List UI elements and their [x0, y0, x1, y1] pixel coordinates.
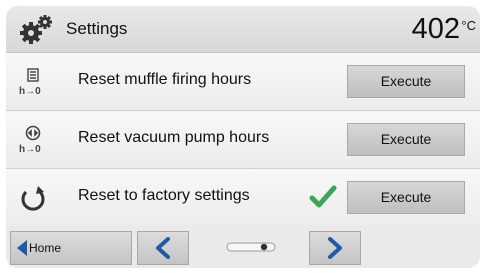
vacuum-pump-hours-reset-icon: h→0 — [19, 125, 41, 155]
row-reset-muffle-firing-hours: h→0 Reset muffle firing hours Execute — [6, 53, 480, 111]
execute-button[interactable]: Execute — [347, 123, 465, 156]
execute-button[interactable]: Execute — [347, 181, 465, 214]
page-title: Settings — [66, 19, 128, 38]
row-reset-to-factory-settings: Reset to factory settings Execute — [6, 169, 480, 227]
svg-text:h→0: h→0 — [19, 144, 41, 155]
footer-bar: Home — [6, 226, 480, 268]
chevron-right-icon — [328, 237, 342, 259]
row-reset-vacuum-pump-hours: h→0 Reset vacuum pump hours Execute — [6, 111, 480, 169]
row-label: Reset vacuum pump hours — [78, 129, 270, 146]
muffle-firing-hours-reset-icon: h→0 — [19, 68, 41, 97]
checkmark-icon — [309, 185, 337, 208]
svg-text:h→0: h→0 — [19, 86, 41, 97]
home-button[interactable]: Home — [10, 231, 132, 265]
settings-screen: Settings 402 °C h→0 Reset muffle firing … — [6, 6, 480, 268]
row-label: Reset muffle firing hours — [78, 71, 252, 88]
header-bar: Settings 402 °C — [6, 6, 480, 53]
back-triangle-icon — [17, 240, 27, 256]
temperature-readout: 402 — [411, 13, 460, 45]
settings-gears-icon — [20, 15, 52, 44]
home-label: Home — [29, 241, 62, 255]
row-label: Reset to factory settings — [78, 187, 250, 204]
previous-page-button[interactable] — [137, 231, 189, 265]
factory-reset-icon — [21, 186, 45, 211]
chevron-left-icon — [156, 237, 170, 259]
next-page-button[interactable] — [309, 231, 361, 265]
execute-button[interactable]: Execute — [347, 65, 465, 98]
page-indicator — [226, 242, 276, 252]
temperature-unit: °C — [461, 18, 476, 33]
